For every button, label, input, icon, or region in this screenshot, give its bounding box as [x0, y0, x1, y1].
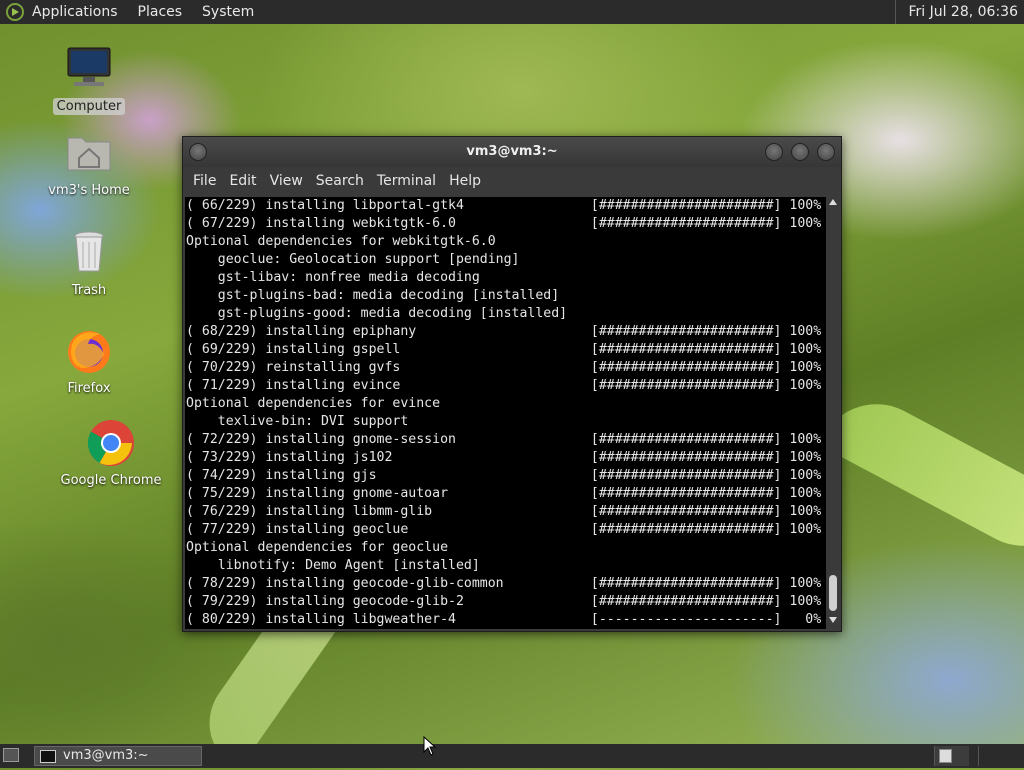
menu-edit[interactable]: Edit [229, 173, 256, 189]
terminal-line: ( 72/229) installing gnome-session [####… [186, 432, 822, 447]
desktop-icon-label: Trash [71, 283, 107, 298]
terminal-line: ( 76/229) installing libmm-glib [#######… [186, 504, 822, 519]
menu-file[interactable]: File [193, 173, 216, 189]
computer-icon [64, 44, 114, 94]
desktop-icon-label: vm3's Home [48, 183, 130, 198]
taskbar-item-label: vm3@vm3:~ [63, 748, 149, 763]
mouse-cursor-icon [423, 736, 437, 756]
terminal-line: ( 68/229) installing epiphany [#########… [186, 324, 822, 339]
desktop-icon-label: Firefox [67, 381, 111, 396]
close-button[interactable] [817, 143, 835, 161]
terminal-line: gst-libav: nonfree media decoding [186, 270, 480, 285]
menu-help[interactable]: Help [449, 173, 481, 189]
taskbar-item-terminal[interactable]: vm3@vm3:~ [34, 746, 202, 766]
desktop-icon-chrome[interactable]: Google Chrome [56, 418, 166, 489]
clock[interactable]: Fri Jul 28, 06:36 [895, 0, 1024, 24]
terminal-line: Optional dependencies for webkitgtk-6.0 [186, 234, 496, 249]
firefox-icon [64, 326, 114, 376]
terminal-line: gst-plugins-bad: media decoding [install… [186, 288, 560, 303]
terminal-line: ( 77/229) installing geoclue [##########… [186, 522, 822, 537]
terminal-line: geoclue: Geolocation support [pending] [186, 252, 520, 267]
window-titlebar[interactable]: vm3@vm3:~ [183, 137, 841, 167]
menu-terminal[interactable]: Terminal [377, 173, 436, 189]
terminal-menubar: File Edit View Search Terminal Help [183, 167, 841, 195]
maximize-button[interactable] [791, 143, 809, 161]
desktop-icon-label: Google Chrome [60, 473, 162, 488]
terminal-line: ( 79/229) installing geocode-glib-2 [###… [186, 594, 822, 609]
menu-system[interactable]: System [202, 4, 254, 20]
top-panel: Applications Places System Fri Jul 28, 0… [0, 0, 1024, 24]
terminal-line: ( 66/229) installing libportal-gtk4 [###… [186, 198, 822, 213]
wallpaper-leaf [818, 383, 1024, 567]
terminal-line: ( 75/229) installing gnome-autoar [#####… [186, 486, 822, 501]
terminal-window[interactable]: vm3@vm3:~ File Edit View Search Terminal… [182, 136, 842, 632]
menu-view[interactable]: View [270, 173, 303, 189]
terminal-line: ( 67/229) installing webkitgtk-6.0 [####… [186, 216, 822, 231]
terminal-line: ( 69/229) installing gspell [###########… [186, 342, 822, 357]
menu-applications[interactable]: Applications [32, 4, 118, 20]
terminal-scrollbar[interactable] [827, 197, 839, 629]
desktop-icon-computer[interactable]: Computer [34, 44, 144, 115]
terminal-line: Optional dependencies for evince [186, 396, 441, 411]
terminal-line: libnotify: Demo Agent [installed] [186, 558, 480, 573]
workspace-1[interactable] [934, 746, 969, 766]
desktop-icon-trash[interactable]: Trash [34, 228, 144, 299]
trash-icon [64, 228, 114, 278]
menu-search[interactable]: Search [316, 173, 364, 189]
mate-logo-icon[interactable] [6, 3, 24, 21]
desktop-icon-firefox[interactable]: Firefox [34, 326, 144, 397]
desktop-icon-home[interactable]: vm3's Home [34, 128, 144, 199]
terminal-line: Optional dependencies for geoclue [186, 540, 449, 555]
bottom-panel: vm3@vm3:~ [0, 744, 1024, 768]
terminal-icon [40, 750, 56, 763]
scroll-down-arrow-icon[interactable] [829, 617, 837, 623]
workspace-window-thumbnail [939, 749, 952, 763]
terminal-line: texlive-bin: DVI support [186, 414, 409, 429]
terminal-output[interactable]: ( 66/229) installing libportal-gtk4 [###… [185, 197, 826, 629]
terminal-line: ( 80/229) installing libgweather-4 [----… [186, 612, 822, 627]
minimize-button[interactable] [765, 143, 783, 161]
menu-places[interactable]: Places [138, 4, 183, 20]
terminal-line: ( 74/229) installing gjs [##############… [186, 468, 822, 483]
desktop-icon-label: Computer [52, 98, 126, 115]
terminal-line: ( 70/229) reinstalling gvfs [###########… [186, 360, 822, 375]
terminal-line: ( 71/229) installing evince [###########… [186, 378, 822, 393]
scroll-up-arrow-icon[interactable] [829, 199, 837, 205]
window-menu-button[interactable] [189, 143, 207, 161]
show-desktop-icon[interactable] [3, 748, 19, 762]
chrome-icon [86, 418, 136, 468]
scrollbar-thumb[interactable] [829, 575, 837, 611]
terminal-line: ( 73/229) installing js102 [############… [186, 450, 822, 465]
terminal-line: gst-plugins-good: media decoding [instal… [186, 306, 568, 321]
window-title: vm3@vm3:~ [466, 144, 558, 159]
terminal-line: ( 78/229) installing geocode-glib-common… [186, 576, 822, 591]
workspace-2[interactable] [978, 746, 1013, 766]
home-folder-icon [64, 128, 114, 178]
